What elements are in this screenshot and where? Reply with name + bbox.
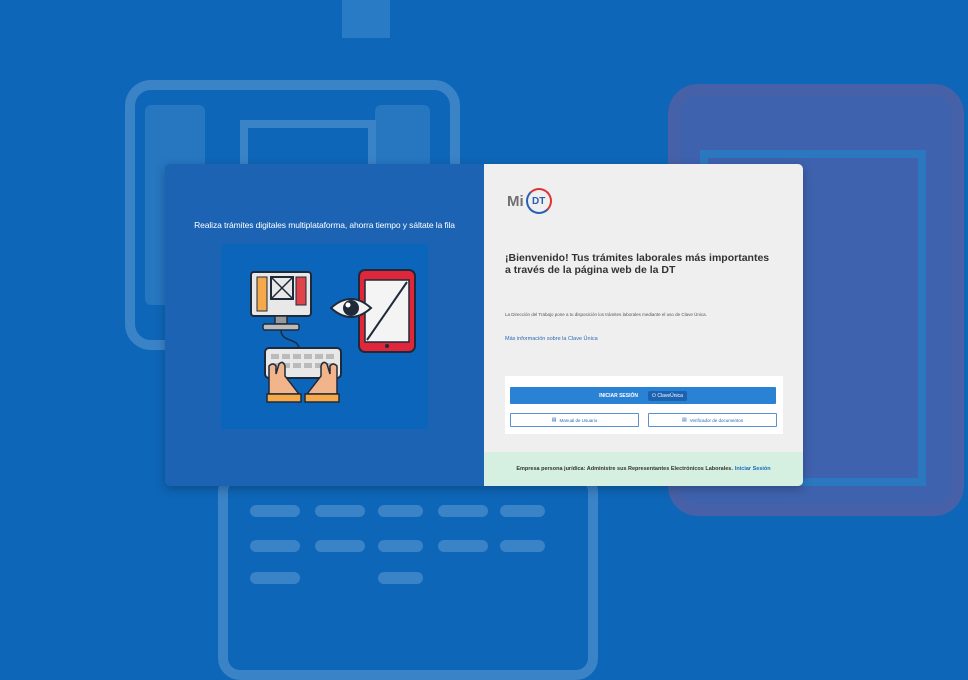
document-icon: ▤ [551, 417, 557, 423]
clave-unica-badge: ⏻ ClaveÚnica [647, 390, 687, 401]
background-decoration [250, 540, 300, 552]
login-button-label: INICIAR SESIÓN [599, 392, 638, 399]
background-decoration [438, 505, 488, 517]
background-decoration [438, 540, 488, 552]
document-verifier-label: Verificador de documentos [689, 417, 744, 423]
logo-dt-badge: DT [525, 188, 552, 214]
background-decoration [342, 0, 390, 38]
background-decoration [500, 540, 545, 552]
company-login-link[interactable]: Iniciar Sesión [735, 466, 771, 472]
background-decoration [250, 505, 300, 517]
document-verifier-button[interactable]: ▤ Verificador de documentos [648, 413, 777, 427]
user-manual-label: Manual de Usuario [559, 417, 598, 423]
digital-services-illustration [221, 244, 428, 429]
tagline: Realiza trámites digitales multiplatafor… [194, 220, 455, 230]
background-decoration [378, 572, 423, 584]
background-decoration [315, 540, 365, 552]
background-decoration [378, 540, 423, 552]
company-footer-text: Empresa persona jurídica: Administre sus… [516, 466, 733, 472]
logo-mi-text: Mi [507, 192, 524, 210]
background-decoration [500, 505, 545, 517]
user-manual-button[interactable]: ▤ Manual de Usuario [510, 413, 639, 427]
welcome-description: La Dirección del Trabajo pone a tu dispo… [505, 312, 707, 317]
document-icon: ▤ [681, 417, 687, 423]
power-icon: ⏻ [651, 392, 656, 399]
login-box: INICIAR SESIÓN ⏻ ClaveÚnica ▤ Manual de … [505, 376, 783, 434]
welcome-title: ¡Bienvenido! Tus trámites laborales más … [505, 252, 770, 276]
background-decoration [315, 505, 365, 517]
clave-unica-info-link[interactable]: Más información sobre la Clave Única [505, 336, 598, 342]
mi-dt-logo: Mi DT [507, 188, 552, 214]
company-footer: Empresa persona jurídica: Administre sus… [484, 452, 803, 486]
login-card: Realiza trámites digitales multiplatafor… [165, 164, 803, 486]
clave-unica-label: ClaveÚnica [657, 392, 683, 399]
background-decoration [250, 572, 300, 584]
login-button[interactable]: INICIAR SESIÓN ⏻ ClaveÚnica [510, 387, 776, 404]
background-decoration [378, 505, 423, 517]
left-panel: Realiza trámites digitales multiplatafor… [165, 164, 484, 486]
right-panel: Mi DT ¡Bienvenido! Tus trámites laborale… [484, 164, 803, 486]
